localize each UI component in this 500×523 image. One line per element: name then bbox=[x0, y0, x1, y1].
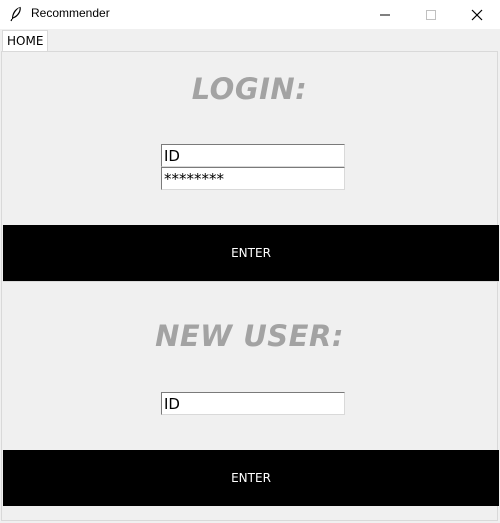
new-user-heading: NEW USER: bbox=[155, 319, 344, 353]
close-icon bbox=[471, 9, 483, 21]
tab-strip: HOME bbox=[0, 29, 500, 51]
maximize-icon bbox=[426, 10, 436, 20]
close-button[interactable] bbox=[454, 0, 500, 29]
tab-home[interactable]: HOME bbox=[2, 30, 49, 51]
section-divider bbox=[3, 281, 499, 282]
feather-icon bbox=[9, 6, 23, 22]
login-heading: LOGIN: bbox=[191, 72, 308, 106]
home-panel: LOGIN: ENTER NEW USER: ENTER bbox=[1, 51, 499, 521]
login-id-field[interactable] bbox=[161, 144, 345, 167]
maximize-button[interactable] bbox=[408, 0, 454, 29]
minimize-icon bbox=[380, 14, 390, 16]
title-bar: Recommender bbox=[0, 0, 500, 29]
window-title: Recommender bbox=[31, 6, 110, 20]
login-enter-button[interactable]: ENTER bbox=[3, 225, 499, 281]
new-user-enter-button[interactable]: ENTER bbox=[3, 450, 499, 506]
new-user-id-field[interactable] bbox=[161, 392, 345, 415]
login-password-field[interactable] bbox=[161, 167, 345, 190]
minimize-button[interactable] bbox=[362, 0, 408, 29]
